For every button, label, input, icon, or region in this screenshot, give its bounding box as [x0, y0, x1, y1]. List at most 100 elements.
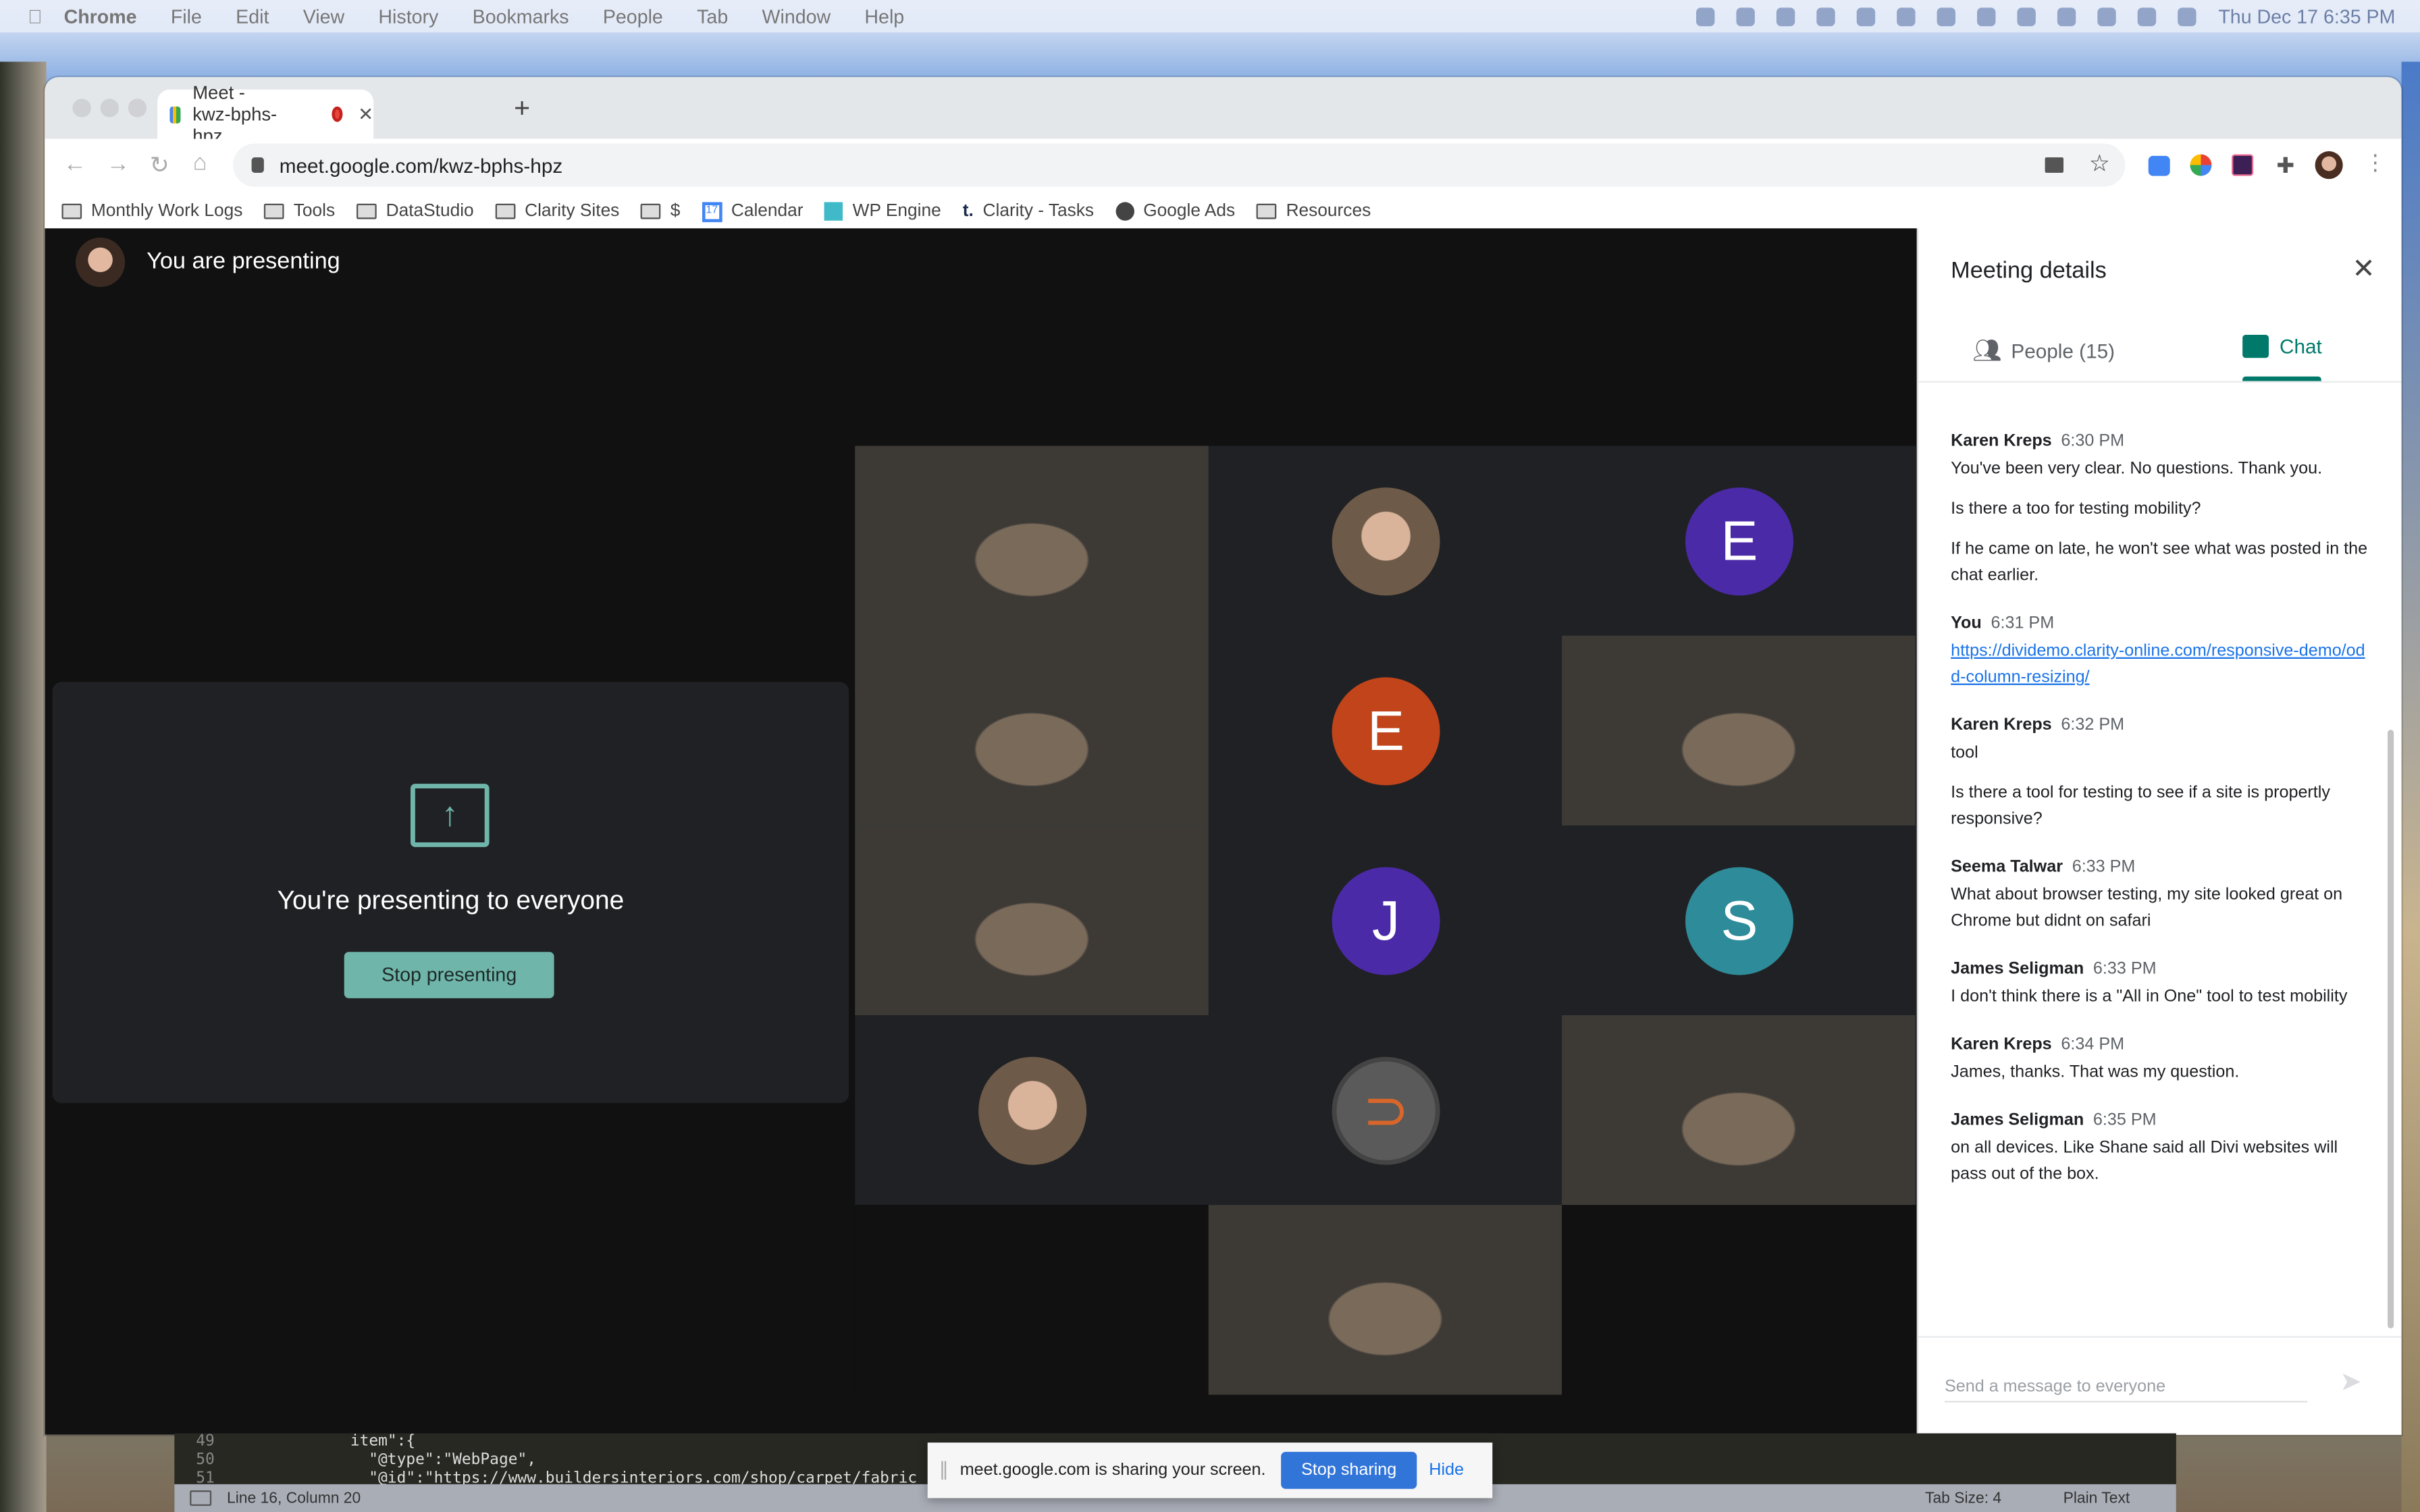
forward-icon[interactable]: → [107, 151, 130, 178]
participant-video-tile[interactable] [1562, 635, 1916, 826]
new-tab-button[interactable]: + [514, 92, 530, 125]
bookmark-google-ads[interactable]: Google Ads [1115, 202, 1235, 221]
lock-icon [251, 157, 264, 173]
menu-history[interactable]: History [378, 5, 438, 27]
participant-video-tile[interactable] [855, 446, 1209, 636]
extension-color-icon[interactable] [2190, 154, 2212, 176]
tab-meet[interactable]: Meet - kwz-bphs-hpz ✕ [157, 82, 374, 146]
time-machine-icon[interactable] [1897, 7, 1916, 26]
bookmarks-bar: Monthly Work Logs Tools DataStudio Clari… [45, 194, 2402, 229]
address-bar[interactable]: meet.google.com/kwz-bphs-hpz ☆ [233, 143, 2126, 187]
empty-tile [1562, 1205, 1916, 1395]
bookmark-clarity-tasks[interactable]: t. Clarity - Tasks [963, 202, 1094, 220]
chat-message-header: James Seligman 6:33 PM [1951, 960, 2367, 978]
back-icon[interactable]: ← [63, 151, 86, 178]
apple-icon[interactable]:  [28, 5, 42, 27]
menu-file[interactable]: File [171, 5, 202, 27]
chat-message-text: on all devices. Like Shane said all Divi… [1951, 1138, 2338, 1184]
volume-icon[interactable] [1977, 7, 1997, 26]
chat-link[interactable]: https://dividemo.clarity-online.com/resp… [1951, 642, 2365, 686]
camera-icon[interactable] [2045, 157, 2063, 173]
menu-view[interactable]: View [303, 5, 344, 27]
chat-time: 6:33 PM [2072, 857, 2136, 877]
close-panel-icon[interactable]: ✕ [2352, 253, 2375, 286]
desktop-wallpaper-rocks [0, 61, 47, 1512]
chat-time: 6:30 PM [2061, 431, 2125, 451]
bookmark-tools[interactable]: Tools [264, 202, 335, 221]
chat-message: James Seligman 6:35 PM on all devices. Lik… [1951, 1111, 2367, 1188]
bookmark-datastudio[interactable]: DataStudio [357, 202, 474, 221]
wifi-icon[interactable] [2057, 7, 2077, 26]
tab-size[interactable]: Tab Size: 4 [1925, 1490, 2001, 1507]
reload-icon[interactable]: ↻ [150, 151, 169, 179]
chat-scrollbar[interactable] [2387, 730, 2394, 1328]
control-center-icon[interactable] [2178, 7, 2197, 26]
bookmark-dollar[interactable]: $ [641, 202, 680, 221]
drive-icon[interactable] [1777, 7, 1796, 26]
search-icon[interactable] [2138, 7, 2157, 26]
presenting-card-title: You're presenting to everyone [277, 885, 625, 915]
bookmark-label: WP Engine [852, 202, 941, 221]
maximize-window-button[interactable] [128, 99, 147, 117]
participant-video-tile[interactable] [855, 635, 1209, 826]
extension-tag-icon[interactable] [2148, 155, 2170, 176]
bookmark-label: Monthly Work Logs [90, 202, 243, 221]
chrome-menu-icon[interactable]: ⋮ [2365, 150, 2386, 176]
send-icon[interactable]: ➤ [2340, 1367, 2362, 1398]
participant-avatar-tile[interactable]: ⊃ [1209, 1015, 1562, 1205]
bookmark-resources[interactable]: Resources [1257, 202, 1371, 221]
menu-bookmarks[interactable]: Bookmarks [473, 5, 569, 27]
participant-letter-avatar: S [1685, 867, 1793, 975]
menu-help[interactable]: Help [864, 5, 904, 27]
profile-avatar[interactable] [2315, 151, 2343, 180]
bookmark-calendar[interactable]: 17 Calendar [702, 201, 804, 221]
chat-message-header: Karen Kreps 6:30 PM [1951, 432, 2367, 450]
cloud-icon[interactable] [1737, 7, 1756, 26]
hide-button[interactable]: Hide [1429, 1461, 1464, 1480]
clock[interactable]: Thu Dec 17 6:35 PM [2218, 5, 2395, 27]
chat-sender: Karen Kreps [1951, 716, 2052, 734]
extensions-puzzle-icon[interactable]: ✚ [2276, 153, 2294, 179]
tab-chat[interactable]: Chat [2242, 334, 2322, 358]
menu-app-name[interactable]: Chrome [64, 5, 137, 27]
participant-avatar-tile[interactable]: E [1209, 636, 1562, 826]
menu-window[interactable]: Window [762, 5, 831, 27]
tab-people[interactable]: 👥︎ People (15) [1972, 336, 2115, 364]
chat-input[interactable]: Send a message to everyone [1944, 1378, 2308, 1403]
drag-handle[interactable] [941, 1461, 947, 1480]
flame-icon[interactable] [1857, 7, 1876, 26]
participant-video-tile[interactable] [855, 825, 1209, 1015]
chat-time: 6:32 PM [2061, 716, 2125, 734]
user-icon[interactable] [2098, 7, 2117, 26]
folder-icon [357, 203, 377, 219]
menu-people[interactable]: People [603, 5, 663, 27]
bookmark-clarity-sites[interactable]: Clarity Sites [495, 202, 619, 221]
dropbox-icon[interactable] [1696, 7, 1716, 26]
participant-avatar-tile[interactable]: J [1209, 826, 1562, 1015]
close-window-button[interactable] [72, 99, 91, 117]
creative-cloud-icon[interactable] [1817, 7, 1836, 26]
recording-icon [331, 106, 343, 122]
panel-toggle-icon[interactable] [190, 1490, 212, 1506]
participant-avatar-tile[interactable]: E [1562, 446, 1915, 636]
minimize-window-button[interactable] [100, 99, 119, 117]
bookmark-wp-engine[interactable]: WP Engine [824, 202, 941, 221]
extension-analytics-icon[interactable] [2232, 154, 2254, 176]
menu-tab[interactable]: Tab [697, 5, 728, 27]
stop-presenting-button[interactable]: Stop presenting [344, 952, 554, 998]
syntax-mode[interactable]: Plain Text [2063, 1490, 2130, 1507]
bookmark-monthly-work-logs[interactable]: Monthly Work Logs [61, 202, 243, 221]
panel-title: Meeting details [1951, 257, 2107, 284]
battery-icon[interactable] [2018, 7, 2036, 26]
stop-sharing-button[interactable]: Stop sharing [1281, 1451, 1417, 1489]
participant-avatar-tile[interactable] [1209, 446, 1562, 636]
participant-video-tile[interactable] [1208, 1205, 1562, 1395]
star-icon[interactable]: ☆ [2089, 150, 2110, 178]
moon-icon[interactable] [1937, 7, 1956, 26]
participant-avatar-tile[interactable]: S [1562, 826, 1915, 1015]
close-tab-icon[interactable]: ✕ [358, 103, 373, 125]
menu-edit[interactable]: Edit [236, 5, 269, 27]
home-icon[interactable]: ⌂ [193, 150, 207, 176]
participant-avatar-tile[interactable] [855, 1015, 1208, 1205]
participant-video-tile[interactable] [1562, 1015, 1916, 1206]
